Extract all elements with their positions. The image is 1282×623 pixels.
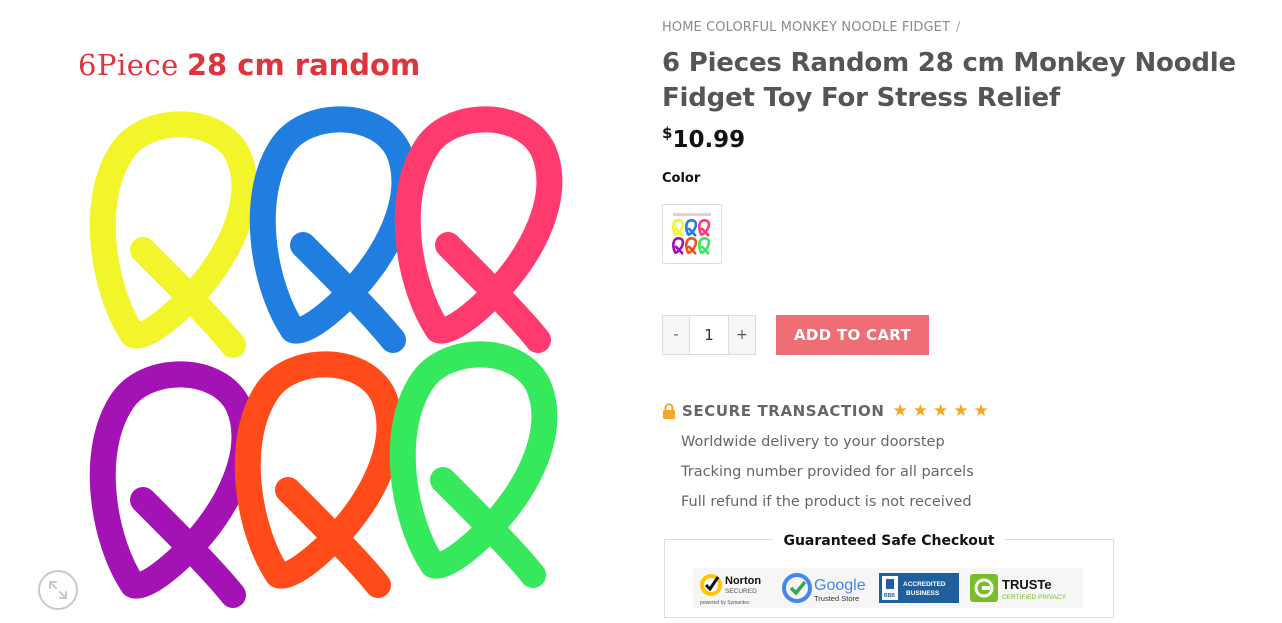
star-icon: ★ xyxy=(973,400,989,421)
add-to-cart-button[interactable]: ADD TO CART xyxy=(776,315,929,355)
norton-secured: SECURED xyxy=(725,588,757,595)
swatch-noodle-2 xyxy=(685,219,698,237)
noodle-6 xyxy=(389,341,558,588)
noodle-3 xyxy=(394,106,563,353)
quantity-plus-button[interactable]: + xyxy=(729,316,755,354)
secure-title: SECURE TRANSACTION xyxy=(682,402,885,420)
secure-header: SECURE TRANSACTION ★ ★ ★ ★ ★ xyxy=(662,402,1122,420)
price-currency: $ xyxy=(662,124,673,142)
bbb-mark: BBB xyxy=(884,593,895,599)
bbb-accredited-icon: BBB ACCREDITED BUSINESS xyxy=(879,573,959,603)
breadcrumb-category[interactable]: COLORFUL MONKEY NOODLE FIDGET xyxy=(706,20,950,35)
swatch-noodle-5 xyxy=(685,237,698,255)
truste-badge: TRUSTe CERTIFIED PRIVACY xyxy=(966,568,1078,608)
trust-badges: Norton SECURED powered by Symantec Googl… xyxy=(693,568,1083,608)
swatch-noodle-3 xyxy=(698,219,711,237)
breadcrumb: HOME COLORFUL MONKEY NOODLE FIDGET / xyxy=(662,20,1242,35)
norton-name: Norton xyxy=(725,575,761,587)
lock-icon xyxy=(663,403,675,419)
noodle-1 xyxy=(89,111,258,358)
truste-certified-icon: TRUSTe CERTIFIED PRIVACY xyxy=(970,574,1067,602)
truste-name: TRUSTe xyxy=(1002,577,1052,592)
noodle-4 xyxy=(89,361,258,608)
breadcrumb-home[interactable]: HOME xyxy=(662,20,702,35)
breadcrumb-separator: / xyxy=(956,20,961,35)
product-image[interactable] xyxy=(78,100,578,610)
norton-powered: powered by Symantec xyxy=(700,600,750,606)
star-icon: ★ xyxy=(892,400,908,421)
google-name: Google xyxy=(814,577,866,594)
expand-icon xyxy=(49,581,67,599)
quantity-minus-button[interactable]: - xyxy=(663,316,689,354)
star-icon: ★ xyxy=(933,400,949,421)
noodle-5 xyxy=(234,351,403,598)
noodle-2 xyxy=(249,106,418,353)
star-icon: ★ xyxy=(912,400,929,421)
perk-item: Full refund if the product is not receiv… xyxy=(681,494,972,510)
price-amount: 10.99 xyxy=(672,127,746,153)
bbb-accredited: ACCREDITED xyxy=(903,581,946,588)
norton-logo-icon: Norton SECURED powered by Symantec xyxy=(700,574,761,606)
product-summary: HOME COLORFUL MONKEY NOODLE FIDGET / 6 Pi… xyxy=(662,20,1242,618)
image-caption-piece: 6Piece xyxy=(78,48,179,82)
image-caption-size: 28 cm random xyxy=(186,48,421,82)
truste-certified: CERTIFIED PRIVACY xyxy=(1002,594,1067,601)
safe-checkout-box: Guaranteed Safe Checkout Norton SECURED … xyxy=(664,533,1114,618)
quantity-input[interactable] xyxy=(689,316,729,354)
google-trusted-store-icon: Google Trusted Store xyxy=(782,573,866,603)
zoom-button[interactable] xyxy=(38,570,78,610)
color-label: Color xyxy=(662,171,701,186)
product-gallery: 6Piece 28 cm random xyxy=(38,10,598,615)
swatch-thumbnail xyxy=(672,213,711,255)
secure-transaction-box: SECURE TRANSACTION ★ ★ ★ ★ ★ Worldwide deliv… xyxy=(662,402,1122,510)
rating-stars: ★ ★ ★ ★ ★ xyxy=(892,400,994,421)
checkout-title: Guaranteed Safe Checkout xyxy=(773,533,1005,549)
swatch-noodle-1 xyxy=(672,219,685,237)
swatch-noodle-6 xyxy=(698,237,711,255)
perk-item: Worldwide delivery to your doorstep xyxy=(681,434,945,450)
bbb-business: BUSINESS xyxy=(906,590,940,597)
perk-item: Tracking number provided for all parcels xyxy=(681,464,974,480)
quantity-stepper: - + xyxy=(662,315,756,355)
product-price: $10.99 xyxy=(662,124,1242,153)
norton-badge: Norton SECURED powered by Symantec xyxy=(697,568,779,608)
add-to-cart-row: - + ADD TO CART xyxy=(662,315,929,355)
google-trusted: Trusted Store xyxy=(814,594,859,603)
swatch-noodle-4 xyxy=(672,237,685,255)
google-badge: Google Trusted Store xyxy=(781,568,876,608)
star-icon: ★ xyxy=(953,400,969,421)
bbb-badge: BBB ACCREDITED BUSINESS xyxy=(876,568,966,608)
product-title: 6 Pieces Random 28 cm Monkey Noodle Fidg… xyxy=(662,48,1236,113)
color-swatch[interactable] xyxy=(662,204,722,264)
image-caption: 6Piece 28 cm random xyxy=(78,48,420,82)
